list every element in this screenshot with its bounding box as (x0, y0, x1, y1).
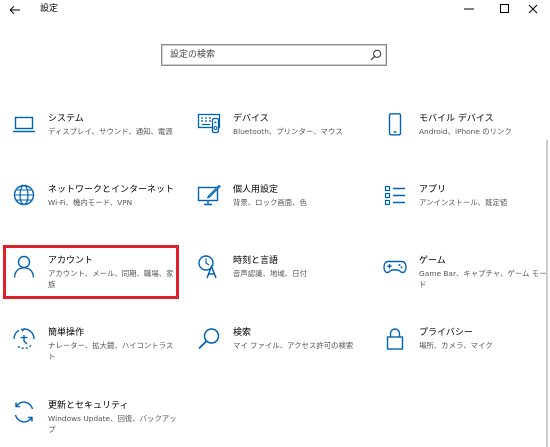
laptop-icon (12, 113, 36, 137)
item-description: 背景、ロック画面、色 (233, 198, 307, 207)
keyboard-devices-icon (197, 113, 221, 137)
item-description: マイ ファイル、アクセス許可の検索 (233, 341, 354, 350)
item-description: ディスプレイ、サウンド、通知、電源 (48, 127, 173, 136)
item-description: アンインストール、既定値 (419, 198, 508, 207)
item-description: Android、iPhone のリンク (419, 127, 512, 136)
item-description: 音声認識、地域、日付 (233, 269, 307, 278)
settings-item-search[interactable]: 検索 マイ ファイル、アクセス許可の検索 (197, 327, 362, 371)
minimize-icon (464, 8, 474, 10)
item-label: 簡単操作 (48, 328, 85, 338)
title-bar: 設定 (0, 0, 550, 20)
item-description: Windows Update、回復、バックアップ (48, 414, 177, 434)
settings-item-update-security[interactable]: 更新とセキュリティ Windows Update、回復、バックアップ (12, 400, 177, 444)
item-label: プライバシー (419, 328, 473, 338)
item-label: アカウント (48, 256, 94, 266)
item-description: Bluetooth、プリンター、マウス (233, 127, 343, 136)
settings-item-personalization[interactable]: 個人用設定 背景、ロック画面、色 (197, 184, 362, 228)
settings-item-system[interactable]: システム ディスプレイ、サウンド、通知、電源 (12, 113, 177, 157)
item-description: Wi-Fi、機内モード、VPN (48, 198, 133, 207)
back-arrow-icon (9, 5, 20, 14)
person-icon (12, 255, 36, 279)
item-description: アカウント、メール、同期、職場、家族 (48, 269, 174, 289)
item-description: ナレーター、拡大鏡、ハイコントラスト (48, 341, 174, 361)
settings-item-devices[interactable]: デバイス Bluetooth、プリンター、マウス (197, 113, 362, 157)
item-label: システム (48, 114, 84, 124)
sync-icon (12, 400, 36, 424)
time-language-icon (197, 255, 221, 279)
settings-item-mobile-devices[interactable]: モバイル デバイス Android、iPhone のリンク (383, 113, 548, 157)
lock-icon (383, 327, 407, 351)
personalization-icon (197, 184, 221, 208)
phone-icon (383, 113, 407, 137)
search-icon (197, 327, 221, 351)
item-label: 検索 (233, 328, 252, 338)
search-placeholder: 設定の検索 (170, 50, 216, 60)
item-label: 時刻と言語 (233, 256, 279, 266)
gamepad-icon (383, 255, 407, 279)
search-icon (370, 49, 382, 61)
item-label: 更新とセキュリティ (48, 401, 129, 411)
apps-list-icon (383, 184, 407, 208)
back-button[interactable] (6, 1, 24, 18)
settings-item-ease-of-access[interactable]: 簡単操作 ナレーター、拡大鏡、ハイコントラスト (12, 327, 177, 371)
item-description: Game Bar、キャプチャ、ゲーム モード (419, 269, 547, 289)
settings-item-privacy[interactable]: プライバシー 場所、カメラ、マイク (383, 327, 548, 371)
close-icon (528, 4, 538, 14)
search-input[interactable]: 設定の検索 (161, 44, 387, 66)
item-label: ネットワークとインターネット (48, 185, 175, 195)
settings-item-time-language[interactable]: 時刻と言語 音声認識、地域、日付 (197, 255, 362, 299)
settings-item-accounts[interactable]: アカウント アカウント、メール、同期、職場、家族 (12, 255, 177, 299)
item-label: モバイル デバイス (419, 114, 494, 124)
item-label: ゲーム (419, 256, 446, 266)
ease-of-access-icon (12, 327, 36, 351)
item-label: 個人用設定 (233, 185, 279, 195)
window-title: 設定 (40, 4, 59, 14)
globe-icon (12, 184, 36, 208)
close-button[interactable] (516, 0, 550, 18)
settings-item-network[interactable]: ネットワークとインターネット Wi-Fi、機内モード、VPN (12, 184, 177, 228)
minimize-button[interactable] (452, 0, 486, 18)
maximize-icon (500, 4, 509, 13)
scrollbar[interactable] (546, 140, 548, 447)
settings-item-apps[interactable]: アプリ アンインストール、既定値 (383, 184, 548, 228)
item-description: 場所、カメラ、マイク (419, 341, 493, 350)
settings-item-gaming[interactable]: ゲーム Game Bar、キャプチャ、ゲーム モード (383, 255, 548, 299)
item-label: アプリ (419, 185, 447, 195)
item-label: デバイス (233, 114, 269, 124)
